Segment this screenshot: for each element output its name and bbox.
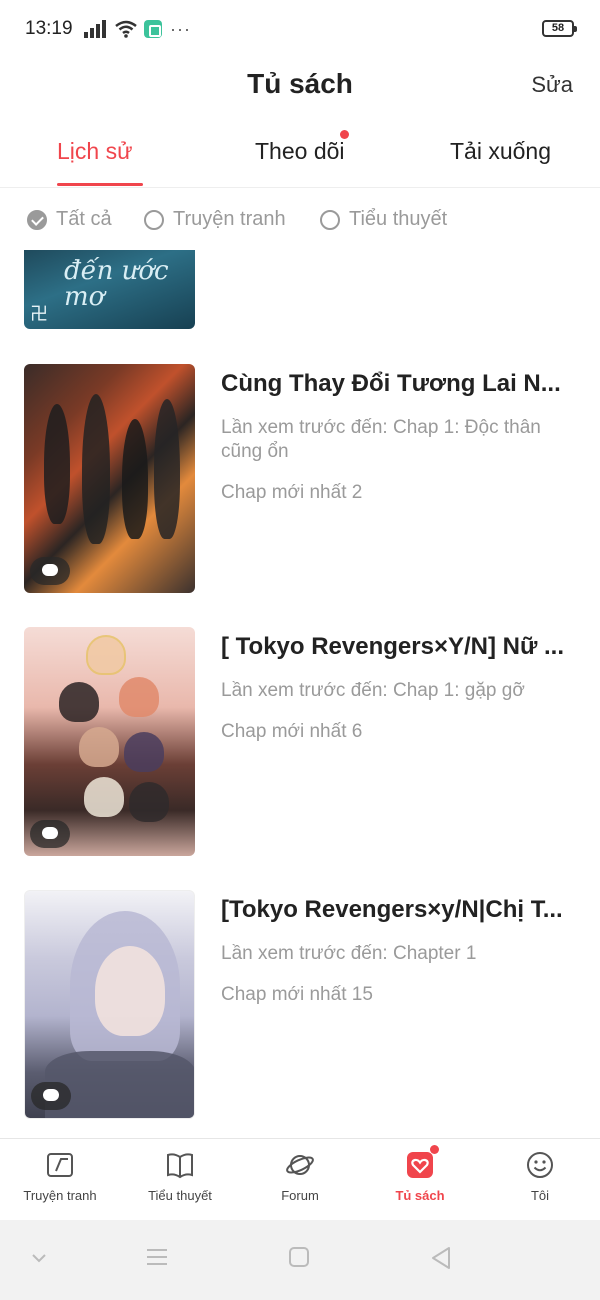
bookshelf-icon bbox=[407, 1152, 433, 1178]
home-icon[interactable] bbox=[288, 1246, 310, 1268]
latest-chapter: Chap mới nhất 2 bbox=[221, 482, 363, 503]
bottom-navigation: Truyện tranh Tiểu thuyết Forum Tủ sách T… bbox=[0, 1138, 600, 1220]
cover-emblem-icon: 卍 bbox=[30, 304, 48, 324]
tab-downloads[interactable]: Tải xuống bbox=[450, 138, 551, 165]
book-cover bbox=[24, 364, 195, 593]
filter-novels-label: Tiểu thuyết bbox=[349, 208, 448, 230]
nav-forum-label: Forum bbox=[281, 1188, 319, 1203]
status-icons: ··· bbox=[84, 18, 191, 40]
latest-chapter: Chap mới nhất 6 bbox=[221, 721, 363, 742]
comic-icon bbox=[47, 1153, 73, 1177]
comment-badge-icon bbox=[31, 1082, 71, 1110]
book-cover bbox=[24, 627, 195, 856]
tab-bar: Lịch sử Theo dõi Tải xuống bbox=[0, 120, 600, 188]
chevron-down-icon[interactable] bbox=[30, 1252, 48, 1264]
filter-comics[interactable]: Truyện tranh bbox=[144, 208, 286, 231]
active-tab-indicator bbox=[57, 183, 143, 186]
tab-history[interactable]: Lịch sử bbox=[57, 138, 132, 165]
app-header: Tủ sách Sửa bbox=[0, 60, 600, 110]
comment-badge-icon bbox=[30, 820, 70, 848]
nav-bookshelf-label: Tủ sách bbox=[395, 1188, 445, 1203]
filter-novels[interactable]: Tiểu thuyết bbox=[320, 208, 447, 231]
last-read: Lần xem trước đến: Chapter 1 bbox=[221, 943, 477, 964]
nav-me[interactable]: Tôi bbox=[480, 1139, 600, 1221]
list-item[interactable]: Cùng Thay Đổi Tương Lai N... Lần xem trư… bbox=[0, 364, 600, 594]
nav-forum[interactable]: Forum bbox=[240, 1139, 360, 1221]
nav-comics-label: Truyện tranh bbox=[23, 1188, 97, 1203]
list-item[interactable]: [Tokyo Revengers×y/N|Chị T... Lần xem tr… bbox=[0, 890, 600, 1120]
planet-icon bbox=[286, 1155, 314, 1175]
nav-bookshelf[interactable]: Tủ sách bbox=[360, 1139, 480, 1221]
notification-app-icon bbox=[144, 20, 162, 38]
smiley-icon bbox=[527, 1152, 553, 1178]
back-icon[interactable] bbox=[430, 1246, 452, 1270]
menu-icon[interactable] bbox=[145, 1246, 169, 1268]
radio-icon bbox=[320, 209, 340, 230]
status-bar: 13:19 ··· 58 bbox=[0, 0, 600, 60]
book-title: [ Tokyo Revengers×Y/N] Nữ ... bbox=[221, 633, 565, 660]
radio-icon bbox=[144, 209, 164, 230]
book-cover bbox=[24, 890, 195, 1119]
cover-art-text: đến ước mơ bbox=[64, 256, 169, 312]
book-cover-partial[interactable]: đến ước mơ 卍 bbox=[24, 250, 195, 329]
wifi-icon bbox=[115, 20, 137, 38]
book-title: Cùng Thay Đổi Tương Lai N... bbox=[221, 370, 561, 397]
nav-novels-label: Tiểu thuyết bbox=[148, 1188, 212, 1203]
status-time: 13:19 bbox=[25, 18, 73, 39]
last-read: Lần xem trước đến: Chap 1: gặp gỡ bbox=[221, 680, 525, 701]
edit-button[interactable]: Sửa bbox=[531, 72, 573, 98]
list-item[interactable]: [ Tokyo Revengers×Y/N] Nữ ... Lần xem tr… bbox=[0, 627, 600, 857]
tab-following-badge bbox=[340, 130, 349, 139]
comment-badge-icon bbox=[30, 557, 70, 585]
nav-novels[interactable]: Tiểu thuyết bbox=[120, 1139, 240, 1221]
signal-icon bbox=[84, 20, 106, 38]
page-title: Tủ sách bbox=[247, 68, 353, 99]
filter-all-label: Tất cả bbox=[56, 208, 112, 230]
nav-bookshelf-badge bbox=[430, 1145, 439, 1154]
book-title: [Tokyo Revengers×y/N|Chị T... bbox=[221, 896, 563, 923]
system-navigation-bar bbox=[0, 1220, 600, 1300]
latest-chapter: Chap mới nhất 15 bbox=[221, 984, 373, 1005]
filter-all[interactable]: Tất cả bbox=[27, 208, 112, 231]
history-list[interactable]: đến ước mơ 卍 Cùng Thay Đổi Tương Lai N..… bbox=[0, 250, 600, 1138]
nav-me-label: Tôi bbox=[530, 1188, 550, 1203]
battery-icon: 58 bbox=[542, 20, 577, 37]
radio-checked-icon bbox=[27, 209, 47, 230]
more-notifications-icon: ··· bbox=[170, 18, 191, 39]
last-read: Lần xem trước đến: Chap 1: Độc thân cũng… bbox=[221, 417, 541, 462]
filter-comics-label: Truyện tranh bbox=[173, 208, 286, 230]
filter-bar: Tất cả Truyện tranh Tiểu thuyết bbox=[0, 188, 600, 250]
nav-comics[interactable]: Truyện tranh bbox=[0, 1139, 120, 1221]
book-icon bbox=[167, 1153, 193, 1179]
tab-following[interactable]: Theo dõi bbox=[255, 138, 345, 165]
